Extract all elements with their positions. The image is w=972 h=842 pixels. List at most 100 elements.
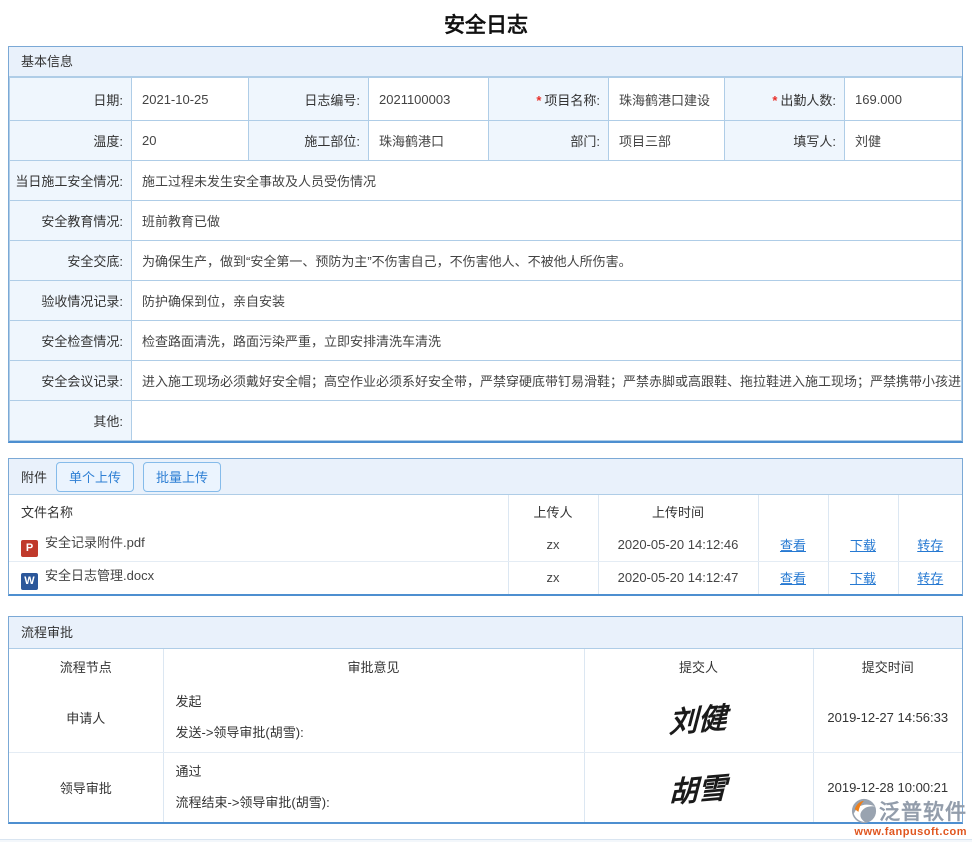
table-row: 温度: 20 施工部位: 珠海鹤港口 部门: 项目三部 填写人: 刘健 [10, 121, 962, 161]
basic-info-header: 基本信息 [9, 47, 962, 77]
table-row: 安全教育情况: 班前教育已做 [10, 201, 962, 241]
field-label-safety-meeting: 安全会议记录: [10, 361, 132, 401]
watermark-url: www.fanpusoft.com [837, 826, 967, 838]
opinion-line: 流程结束->领导审批(胡雪): [176, 794, 572, 812]
field-label-acceptance-record: 验收情况记录: [10, 281, 132, 321]
approval-table: 流程节点 审批意见 提交人 提交时间 申请人 发起 发送->领导审批(胡雪): … [9, 649, 962, 822]
field-label-safety-briefing: 安全交底: [10, 241, 132, 281]
flow-node: 申请人 [9, 683, 163, 753]
field-value-safety-briefing: 为确保生产，做到“安全第一、预防为主”不伤害自己，不伤害他人、不被他人所伤害。 [132, 241, 962, 281]
file-name-cell: W 安全日志管理.docx [9, 561, 508, 594]
table-row: 安全检查情况: 检查路面清洗，路面污染严重，立即安排清洗车清洗 [10, 321, 962, 361]
transfer-link[interactable]: 转存 [917, 538, 943, 553]
field-value-safety-education: 班前教育已做 [132, 201, 962, 241]
table-row: 日期: 2021-10-25 日志编号: 2021100003 *项目名称: 珠… [10, 78, 962, 121]
approval-header: 流程审批 [9, 617, 962, 649]
attachments-section: 附件 单个上传 批量上传 文件名称 上传人 上传时间 [8, 458, 963, 596]
attachments-table: 文件名称 上传人 上传时间 P 安全记录附件.pdf zx 2020-05-20 … [9, 495, 962, 594]
field-label-department: 部门: [489, 121, 609, 161]
field-label-today-safety: 当日施工安全情况: [10, 161, 132, 201]
single-upload-button[interactable]: 单个上传 [56, 462, 134, 492]
attachments-header: 附件 单个上传 批量上传 [9, 459, 962, 495]
table-header-row: 流程节点 审批意见 提交人 提交时间 [9, 649, 962, 683]
field-label-temperature: 温度: [10, 121, 132, 161]
word-file-icon: W [21, 573, 38, 590]
field-value-other [132, 401, 962, 441]
transfer-link[interactable]: 转存 [917, 571, 943, 586]
table-row: 安全会议记录: 进入施工现场必须戴好安全帽；高空作业必须系好安全带，严禁穿硬底带… [10, 361, 962, 401]
file-upload-time: 2020-05-20 14:12:47 [598, 561, 758, 594]
column-header-action-2 [828, 495, 898, 528]
required-marker: * [772, 93, 777, 108]
attachment-row: W安全日志管理.docx zx 2020-05-20 14:12:47 查看 下… [9, 561, 962, 594]
field-label-other: 其他: [10, 401, 132, 441]
field-value-attendance: 169.000 [845, 78, 962, 121]
column-header-submitter: 提交人 [584, 649, 813, 683]
field-label-date: 日期: [10, 78, 132, 121]
column-header-opinion: 审批意见 [163, 649, 584, 683]
column-header-submit-time: 提交时间 [813, 649, 962, 683]
table-row: 安全交底: 为确保生产，做到“安全第一、预防为主”不伤害自己，不伤害他人、不被他… [10, 241, 962, 281]
signature: 胡雪 [669, 764, 728, 811]
attachment-row: P安全记录附件.pdf zx 2020-05-20 14:12:46 查看 下载… [9, 528, 962, 561]
fanpu-logo-icon [851, 798, 877, 824]
column-header-uploader: 上传人 [508, 495, 598, 528]
signature: 刘健 [669, 694, 728, 741]
file-name-cell: P 安全记录附件.pdf [9, 528, 508, 561]
file-name: 安全记录附件.pdf [45, 535, 145, 550]
opinion-line: 通过 [176, 763, 572, 781]
table-row: 其他: [10, 401, 962, 441]
column-header-upload-time: 上传时间 [598, 495, 758, 528]
required-marker: * [536, 93, 541, 108]
safety-log-page: 安全日志 基本信息 日期: 2021-10-25 日志编号: 202110000… [0, 0, 972, 842]
approval-opinion: 发起 发送->领导审批(胡雪): [163, 683, 584, 753]
submit-time: 2019-12-27 14:56:33 [813, 683, 962, 753]
page-title: 安全日志 [0, 0, 972, 46]
field-label-attendance: *出勤人数: [725, 78, 845, 121]
approval-section: 流程审批 流程节点 审批意见 提交人 提交时间 申请人 发起 发送->领导审批 [8, 616, 963, 824]
approval-opinion: 通过 流程结束->领导审批(胡雪): [163, 753, 584, 823]
approval-row: 领导审批 通过 流程结束->领导审批(胡雪): 胡雪 2019-12-28 10… [9, 753, 962, 823]
field-label-log-number: 日志编号: [249, 78, 369, 121]
watermark-brand-text: 泛普软件 [879, 796, 967, 826]
field-value-writer: 刘健 [845, 121, 962, 161]
field-value-temperature: 20 [132, 121, 249, 161]
opinion-line: 发送->领导审批(胡雪): [176, 724, 572, 742]
field-label-safety-inspection: 安全检查情况: [10, 321, 132, 361]
field-label-construction-part: 施工部位: [249, 121, 369, 161]
field-value-project-name: 珠海鹤港口建设 [609, 78, 725, 121]
field-value-date: 2021-10-25 [132, 78, 249, 121]
table-header-row: 文件名称 上传人 上传时间 [9, 495, 962, 528]
file-name: 安全日志管理.docx [45, 568, 154, 583]
submitter-signature-cell: 刘健 [584, 683, 813, 753]
approval-row: 申请人 发起 发送->领导审批(胡雪): 刘健 2019-12-27 14:56… [9, 683, 962, 753]
pdf-file-icon: P [21, 540, 38, 557]
field-label-project-name: *项目名称: [489, 78, 609, 121]
column-header-action-1 [758, 495, 828, 528]
column-header-file-name: 文件名称 [9, 495, 508, 528]
download-link[interactable]: 下载 [850, 571, 876, 586]
basic-info-section: 基本信息 日期: 2021-10-25 日志编号: 2021100003 *项目… [8, 46, 963, 443]
field-value-safety-meeting: 进入施工现场必须戴好安全帽；高空作业必须系好安全带，严禁穿硬底带钉易滑鞋；严禁赤… [132, 361, 962, 401]
field-value-construction-part: 珠海鹤港口 [369, 121, 489, 161]
attachments-title: 附件 [21, 467, 47, 486]
batch-upload-button[interactable]: 批量上传 [143, 462, 221, 492]
field-value-acceptance-record: 防护确保到位，亲自安装 [132, 281, 962, 321]
download-link[interactable]: 下载 [850, 538, 876, 553]
flow-node: 领导审批 [9, 753, 163, 823]
file-uploader: zx [508, 528, 598, 561]
field-label-writer: 填写人: [725, 121, 845, 161]
view-link[interactable]: 查看 [780, 571, 806, 586]
field-value-safety-inspection: 检查路面清洗，路面污染严重，立即安排清洗车清洗 [132, 321, 962, 361]
table-row: 验收情况记录: 防护确保到位，亲自安装 [10, 281, 962, 321]
opinion-line: 发起 [176, 693, 572, 711]
field-value-log-number: 2021100003 [369, 78, 489, 121]
view-link[interactable]: 查看 [780, 538, 806, 553]
column-header-action-3 [898, 495, 962, 528]
table-row: 当日施工安全情况: 施工过程未发生安全事故及人员受伤情况 [10, 161, 962, 201]
field-label-safety-education: 安全教育情况: [10, 201, 132, 241]
field-value-today-safety: 施工过程未发生安全事故及人员受伤情况 [132, 161, 962, 201]
submitter-signature-cell: 胡雪 [584, 753, 813, 823]
vendor-watermark: 泛普软件 www.fanpusoft.com [837, 796, 967, 838]
basic-info-table: 日期: 2021-10-25 日志编号: 2021100003 *项目名称: 珠… [9, 77, 962, 441]
